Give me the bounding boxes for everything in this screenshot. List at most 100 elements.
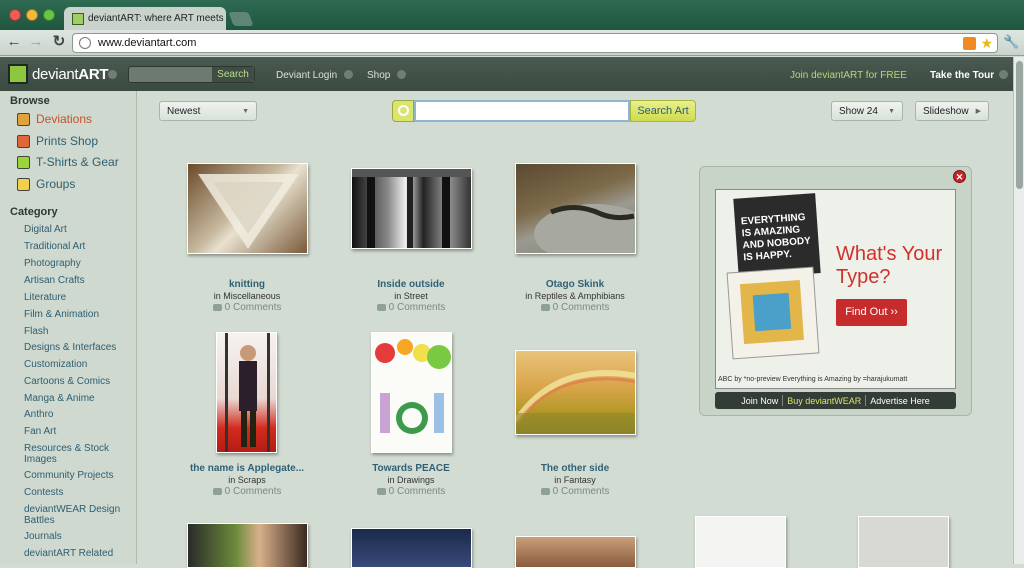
- category-traditional-art[interactable]: Traditional Art: [24, 241, 132, 252]
- buy-deviantwear-link[interactable]: Buy deviantWEAR: [783, 396, 865, 406]
- slideshow-button[interactable]: Slideshow ▶: [915, 101, 989, 121]
- comment-icon: [376, 303, 386, 311]
- category-resources-stock[interactable]: Resources & Stock Images: [24, 443, 132, 465]
- deviation-category[interactable]: Reptiles & Amphibians: [535, 291, 625, 301]
- deviation-category[interactable]: Drawings: [397, 475, 435, 485]
- comment-icon: [212, 303, 222, 311]
- deviation-comments[interactable]: 0 Comments: [336, 302, 486, 313]
- deviation-thumbnail-inside-outside[interactable]: [351, 168, 472, 249]
- category-fan-art[interactable]: Fan Art: [24, 426, 132, 437]
- deviation-thumbnail-other-side[interactable]: [515, 350, 636, 435]
- ad-image[interactable]: EVERYTHING IS AMAZING AND NOBODY IS HAPP…: [715, 189, 956, 389]
- bookmark-star-icon[interactable]: ★: [980, 35, 993, 52]
- deviation-thumbnail-towards-peace[interactable]: [371, 332, 452, 453]
- deviation-comments[interactable]: 0 Comments: [172, 486, 322, 497]
- deviant-login-link[interactable]: Deviant Login: [276, 70, 337, 81]
- deviation-thumbnail[interactable]: [695, 516, 786, 568]
- deviation-title[interactable]: Otago Skink: [500, 279, 650, 290]
- deviation-comments[interactable]: 0 Comments: [500, 486, 650, 497]
- join-link[interactable]: Join deviantART for FREE: [790, 70, 907, 81]
- deviation-thumbnail[interactable]: [351, 528, 472, 568]
- deviation-comments[interactable]: 0 Comments: [336, 486, 486, 497]
- deviation-thumbnail[interactable]: [187, 523, 308, 568]
- category-film-animation[interactable]: Film & Animation: [24, 309, 132, 320]
- rss-icon[interactable]: [963, 36, 977, 50]
- category-flash[interactable]: Flash: [24, 326, 132, 337]
- tour-chevron-icon[interactable]: [999, 70, 1008, 79]
- url-text[interactable]: www.deviantart.com: [98, 37, 963, 49]
- header-search-input[interactable]: Search: [128, 66, 255, 83]
- forward-arrow-icon[interactable]: →: [27, 33, 45, 51]
- browser-tab[interactable]: deviantART: where ART meets application!: [64, 7, 226, 30]
- ad-poster-art: EVERYTHING IS AMAZING AND NOBODY IS HAPP…: [726, 193, 821, 360]
- category-designs-interfaces[interactable]: Designs & Interfaces: [24, 342, 132, 353]
- deviation-thumbnail-otago-skink[interactable]: [515, 163, 636, 254]
- new-tab-button[interactable]: [228, 12, 254, 26]
- sidebar-item-deviations[interactable]: Deviations: [17, 112, 92, 126]
- deviation-thumbnail[interactable]: [858, 516, 949, 568]
- deviation-category[interactable]: Miscellaneous: [223, 291, 280, 301]
- deviation-comments[interactable]: 0 Comments: [172, 302, 322, 313]
- search-art-button[interactable]: Search Art: [630, 100, 696, 122]
- scrollbar-thumb[interactable]: [1016, 61, 1023, 189]
- category-cartoons-comics[interactable]: Cartoons & Comics: [24, 376, 132, 387]
- deviation-category[interactable]: Street: [404, 291, 428, 301]
- show-count-dropdown[interactable]: Show 24 ▼: [831, 101, 903, 121]
- site-logo[interactable]: deviantART: [32, 66, 109, 83]
- login-chevron-icon[interactable]: [344, 70, 353, 79]
- minimize-window-button[interactable]: [26, 9, 38, 21]
- category-anthro[interactable]: Anthro: [24, 409, 132, 420]
- category-deviantwear-battles[interactable]: deviantWEAR Design Battles: [24, 504, 132, 526]
- ad-headline[interactable]: What's Your Type?: [836, 243, 956, 289]
- logo-menu-chevron-icon[interactable]: [108, 70, 117, 79]
- reload-icon[interactable]: ↻: [50, 33, 68, 51]
- deviation-category-line: in Reptiles & Amphibians: [500, 291, 650, 301]
- comments-label: 0 Comments: [388, 486, 446, 497]
- knitting-image: [198, 174, 299, 249]
- deviation-comments[interactable]: 0 Comments: [500, 302, 650, 313]
- deviation-category[interactable]: Scraps: [238, 475, 266, 485]
- deviation-thumbnail[interactable]: [515, 536, 636, 568]
- category-contests[interactable]: Contests: [24, 487, 132, 498]
- sidebar-item-prints-shop[interactable]: Prints Shop: [17, 134, 98, 148]
- category-community-projects[interactable]: Community Projects: [24, 470, 132, 481]
- category-manga-anime[interactable]: Manga & Anime: [24, 393, 132, 404]
- sidebar-item-groups[interactable]: Groups: [17, 177, 75, 191]
- deviation-title[interactable]: Towards PEACE: [336, 463, 486, 474]
- close-window-button[interactable]: [9, 9, 21, 21]
- page-scrollbar[interactable]: [1013, 57, 1024, 564]
- sidebar-item-tshirts[interactable]: T-Shirts & Gear: [17, 155, 119, 169]
- category-artisan-crafts[interactable]: Artisan Crafts: [24, 275, 132, 286]
- art-search-input[interactable]: [414, 100, 630, 122]
- category-customization[interactable]: Customization: [24, 359, 132, 370]
- deviation-thumbnail-knitting[interactable]: [187, 163, 308, 254]
- sort-dropdown[interactable]: Newest ▼: [159, 101, 257, 121]
- shop-link[interactable]: Shop: [367, 70, 390, 81]
- wrench-icon[interactable]: 🔧: [1003, 34, 1019, 50]
- category-literature[interactable]: Literature: [24, 292, 132, 303]
- category-digital-art[interactable]: Digital Art: [24, 224, 132, 235]
- category-journals[interactable]: Journals: [24, 531, 132, 542]
- category-deviantart-related[interactable]: deviantART Related: [24, 548, 132, 559]
- advertise-here-link[interactable]: Advertise Here: [866, 396, 934, 406]
- address-bar[interactable]: www.deviantart.com ★: [72, 33, 998, 53]
- otago-skink-image: [534, 204, 635, 253]
- back-arrow-icon[interactable]: ←: [5, 33, 23, 51]
- find-out-button[interactable]: Find Out ››: [836, 299, 907, 326]
- deviation-category[interactable]: Fantasy: [564, 475, 596, 485]
- deviation-thumbnail-applegate[interactable]: [216, 332, 277, 453]
- deviation-title[interactable]: Inside outside: [336, 279, 486, 290]
- category-photography[interactable]: Photography: [24, 258, 132, 269]
- deviation-title[interactable]: the name is Applegate...: [172, 463, 322, 474]
- header-search-button[interactable]: Search: [212, 67, 254, 82]
- deviation-title[interactable]: knitting: [172, 279, 322, 290]
- take-tour-link[interactable]: Take the Tour: [930, 70, 994, 81]
- join-now-link[interactable]: Join Now: [737, 396, 782, 406]
- close-ad-icon[interactable]: ✕: [953, 170, 966, 183]
- search-icon: [392, 100, 414, 122]
- deviation-title[interactable]: The other side: [500, 463, 650, 474]
- zoom-window-button[interactable]: [43, 9, 55, 21]
- sidebar-item-label: Deviations: [36, 112, 93, 126]
- deviantart-logo-icon[interactable]: [8, 64, 28, 84]
- shop-chevron-icon[interactable]: [397, 70, 406, 79]
